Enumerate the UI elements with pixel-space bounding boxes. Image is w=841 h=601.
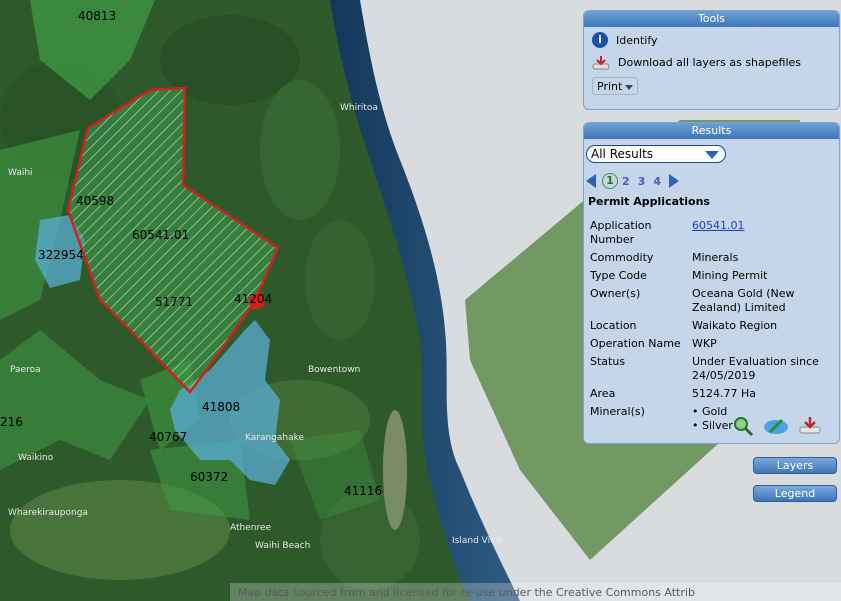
town-label: Paeroa — [10, 365, 41, 375]
page-2-link[interactable]: 2 — [622, 175, 630, 188]
prev-page-icon[interactable] — [586, 174, 596, 188]
permit-label: 41808 — [202, 400, 240, 414]
info-icon: i — [592, 32, 608, 48]
attribution-text: Map data sourced from and licensed for r… — [238, 586, 695, 599]
results-details: Application Number 60541.01 Commodity Mi… — [590, 219, 836, 437]
result-field: Commodity Minerals — [590, 251, 836, 265]
field-key: Area — [590, 387, 616, 400]
tools-panel: Tools i Identify Download all layers as … — [583, 10, 840, 110]
permit-label: 40813 — [78, 9, 116, 23]
field-key: Operation Name — [590, 337, 681, 350]
results-filter-value: All Results — [591, 147, 654, 161]
field-value: WKP — [692, 337, 717, 350]
field-key: Application Number — [590, 219, 652, 246]
application-number-link[interactable]: 60541.01 — [692, 219, 745, 232]
field-key: Status — [590, 355, 626, 368]
permit-label: 322954 — [38, 248, 84, 262]
result-field: Operation Name WKP — [590, 337, 836, 351]
highlight-icon[interactable] — [762, 416, 790, 439]
permit-label: 60372 — [190, 470, 228, 484]
print-button[interactable]: Print — [592, 77, 638, 95]
permit-label: 216 — [0, 415, 23, 429]
zoom-to-icon[interactable] — [732, 415, 754, 440]
legend-button[interactable]: Legend — [753, 485, 837, 502]
town-label: Whiritoa — [340, 103, 378, 113]
results-section-title: Permit Applications — [588, 195, 710, 208]
result-actions — [732, 415, 822, 440]
download-label: Download all layers as shapefiles — [618, 55, 801, 69]
result-field: Status Under Evaluation since 24/05/2019 — [590, 355, 836, 383]
results-panel: Results All Results 1 2 3 4 Permit Appli… — [583, 122, 840, 444]
mineral-name: Silver — [702, 419, 733, 432]
mineral-name: Gold — [702, 405, 728, 418]
result-field: Area 5124.77 Ha — [590, 387, 836, 401]
chevron-down-icon — [625, 85, 633, 90]
town-label: Bowentown — [308, 365, 360, 375]
tools-header: Tools — [584, 11, 839, 27]
print-label: Print — [597, 80, 623, 93]
town-label: Athenree — [230, 523, 272, 533]
next-page-icon[interactable] — [668, 174, 679, 188]
town-label: Waihi — [8, 168, 33, 178]
permit-label: 60541.01 — [132, 228, 189, 242]
page-1-link[interactable]: 1 — [602, 173, 618, 189]
field-value: Under Evaluation since 24/05/2019 — [692, 355, 819, 382]
result-field: Type Code Mining Permit — [590, 269, 836, 283]
field-value: 5124.77 Ha — [692, 387, 756, 400]
results-filter-select[interactable]: All Results — [586, 145, 726, 163]
page-3-link[interactable]: 3 — [638, 175, 646, 188]
identify-label: Identify — [616, 33, 658, 47]
result-field: Application Number 60541.01 — [590, 219, 836, 247]
field-key: Owner(s) — [590, 287, 641, 300]
page-4-link[interactable]: 4 — [653, 175, 661, 188]
field-key: Type Code — [590, 269, 647, 282]
field-key: Commodity — [590, 251, 654, 264]
permit-label: 51771 — [155, 295, 193, 309]
results-header: Results — [584, 123, 839, 139]
town-label: Waikino — [18, 453, 54, 463]
town-label: Island View — [452, 536, 503, 546]
download-shapefiles-tool[interactable]: Download all layers as shapefiles — [592, 53, 839, 71]
layers-button[interactable]: Layers — [753, 457, 837, 474]
town-label: Karangahake — [245, 433, 305, 443]
field-value: Mining Permit — [692, 269, 768, 282]
identify-tool[interactable]: i Identify — [592, 31, 839, 49]
permit-label: 41116 — [344, 484, 382, 498]
result-field: Location Waikato Region — [590, 319, 836, 333]
results-pager: 1 2 3 4 — [586, 173, 679, 189]
town-label: Waihi Beach — [255, 541, 310, 551]
field-key: Location — [590, 319, 637, 332]
permit-label: 41204 — [234, 292, 272, 306]
download-icon — [592, 55, 610, 70]
field-value: Waikato Region — [692, 319, 778, 332]
permit-label: 40767 — [149, 430, 187, 444]
field-value: Oceana Gold (New Zealand) Limited — [692, 287, 795, 314]
download-icon[interactable] — [798, 416, 822, 439]
result-field: Owner(s) Oceana Gold (New Zealand) Limit… — [590, 287, 836, 315]
field-key: Mineral(s) — [590, 405, 645, 418]
chevron-down-icon — [705, 151, 719, 159]
town-label: Wharekirauponga — [8, 508, 88, 518]
field-value: Minerals — [692, 251, 739, 264]
permit-label: 40598 — [76, 194, 114, 208]
